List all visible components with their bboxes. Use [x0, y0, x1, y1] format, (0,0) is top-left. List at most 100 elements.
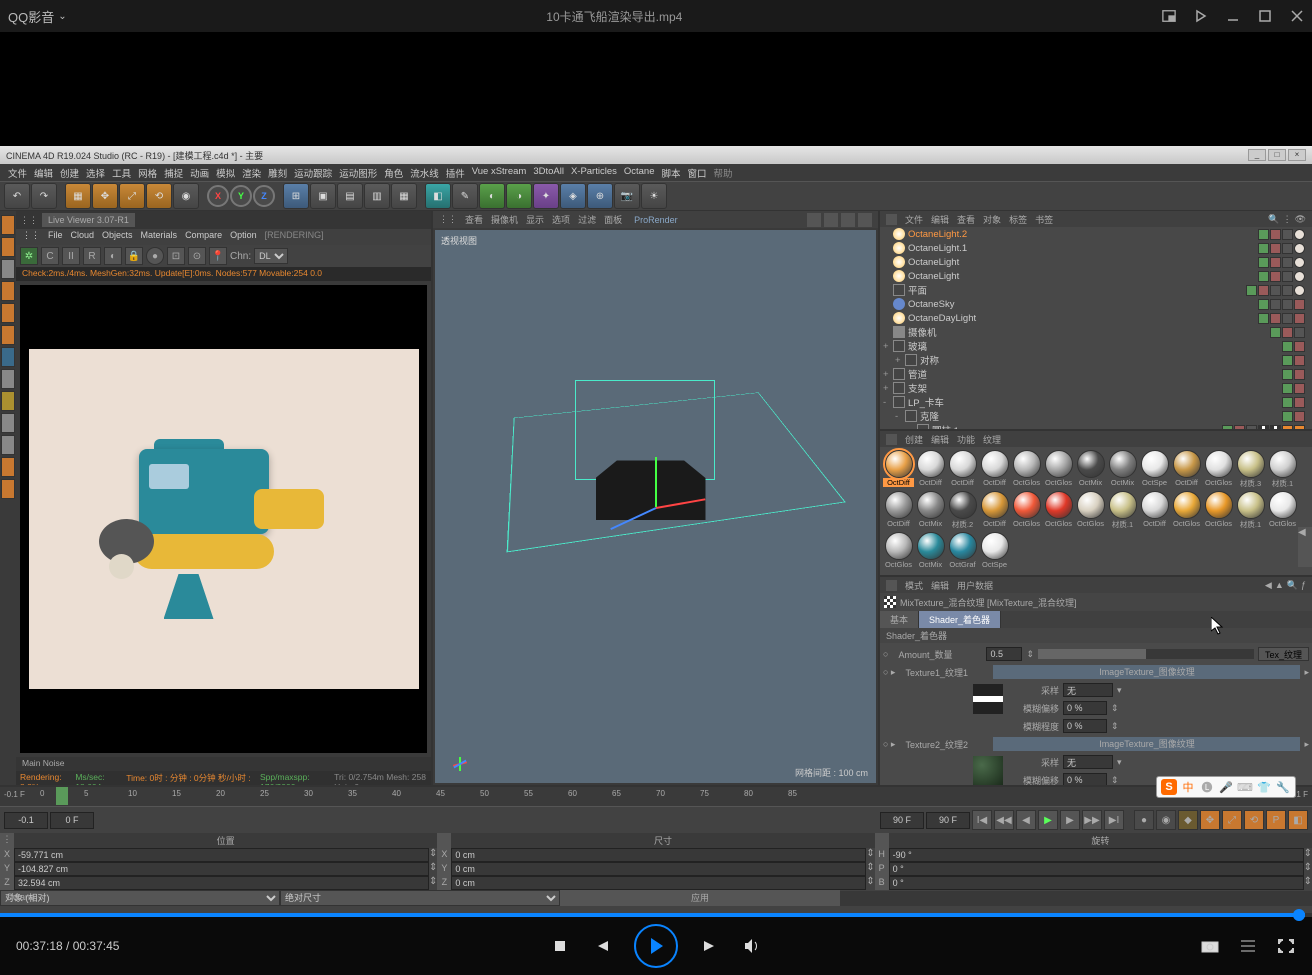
next-button[interactable] — [700, 936, 720, 956]
menu-item[interactable]: 编辑 — [931, 579, 949, 592]
material-item[interactable]: OctMix — [1107, 450, 1138, 490]
player-app-name[interactable]: QQ影音 — [8, 7, 54, 26]
viewport-solo-icon[interactable] — [1, 391, 15, 411]
pos-x-input[interactable] — [14, 848, 429, 862]
object-row[interactable]: OctaneLight — [880, 255, 1312, 269]
object-row[interactable]: OctaneLight — [880, 269, 1312, 283]
material-item[interactable]: OctGlos — [1011, 450, 1042, 490]
material-item[interactable]: OctDiff — [979, 491, 1010, 531]
locked-workplane-icon[interactable] — [1, 457, 15, 477]
material-grid[interactable]: ◀ OctDiffOctDiffOctDiffOctDiffOctGlosOct… — [880, 447, 1312, 575]
menu-item[interactable]: Octane — [624, 166, 655, 179]
pos-z-input[interactable] — [14, 876, 429, 890]
menu-item[interactable]: 查看 — [465, 213, 483, 226]
spinner-icon[interactable]: ⇕ — [1026, 649, 1034, 660]
keyframe-sel-icon[interactable]: ◆ — [1178, 810, 1198, 830]
amount-slider[interactable] — [1038, 649, 1254, 659]
lv-clay-icon[interactable]: ◐ — [104, 247, 122, 265]
object-row[interactable]: OctaneDayLight — [880, 311, 1312, 325]
menu-item[interactable]: Vue xStream — [472, 166, 527, 179]
lv-refresh-icon[interactable]: ✲ — [20, 247, 38, 265]
material-item[interactable]: 材质.1 — [1267, 450, 1298, 490]
texture-mode-icon[interactable] — [1, 237, 15, 257]
c4d-close-icon[interactable]: × — [1288, 149, 1306, 161]
prev-button[interactable] — [592, 936, 612, 956]
object-row[interactable]: +管道 — [880, 367, 1312, 381]
nav-back-icon[interactable]: ◀ — [1265, 580, 1272, 591]
menu-item[interactable]: 帮助 — [714, 166, 733, 179]
volume-button[interactable] — [742, 936, 762, 956]
menu-item[interactable]: 模拟 — [216, 166, 235, 179]
attr-tab-basic[interactable]: 基本 — [880, 611, 919, 628]
screenshot-button[interactable] — [1200, 936, 1220, 956]
menu-item[interactable]: 创建 — [905, 433, 923, 446]
scale-icon[interactable]: ⤢ — [119, 183, 145, 209]
material-item[interactable]: OctDiff — [947, 450, 978, 490]
material-item[interactable]: 材质.2 — [947, 491, 978, 531]
amount-input[interactable] — [986, 647, 1022, 661]
live-viewer-tab[interactable]: Live Viewer 3.07-R1 — [42, 213, 135, 227]
lv-render-view[interactable] — [20, 285, 427, 753]
end-frame-input[interactable] — [926, 812, 970, 829]
object-row[interactable]: 圆柱.1 — [880, 423, 1312, 429]
material-item[interactable]: OctDiff — [1171, 450, 1202, 490]
material-item[interactable]: OctGlos — [1171, 491, 1202, 531]
render-view-icon[interactable]: ▣ — [310, 183, 336, 209]
fullscreen-button[interactable] — [1276, 936, 1296, 956]
menu-item[interactable]: 工具 — [112, 166, 131, 179]
array-icon[interactable]: ✦ — [533, 183, 559, 209]
lv-pin-icon[interactable]: 📍 — [209, 247, 227, 265]
pip-icon[interactable] — [1162, 9, 1176, 23]
render-region-icon[interactable]: ▤ — [337, 183, 363, 209]
pen-icon[interactable]: ✎ — [452, 183, 478, 209]
blurscale-input[interactable] — [1063, 719, 1107, 733]
menu-item[interactable]: Compare — [185, 230, 222, 244]
next-key-icon[interactable]: ▶▶ — [1082, 810, 1102, 830]
menu-item[interactable]: 查看 — [957, 213, 975, 226]
object-row[interactable]: +对称 — [880, 353, 1312, 367]
object-row[interactable]: -克隆 — [880, 409, 1312, 423]
prev-key-icon[interactable]: ◀◀ — [994, 810, 1014, 830]
menu-item[interactable]: 用户数据 — [957, 579, 993, 592]
cube-icon[interactable]: ◧ — [425, 183, 451, 209]
live-select-icon[interactable]: ▦ — [65, 183, 91, 209]
material-item[interactable]: OctMix — [915, 491, 946, 531]
axis-mode-icon[interactable] — [1, 347, 15, 367]
ime-toolbar[interactable]: S 中 🅛 🎤 ⌨ 👕 🔧 — [1156, 776, 1296, 798]
extrude-icon[interactable]: ◑ — [506, 183, 532, 209]
menu-item[interactable]: 捕捉 — [164, 166, 183, 179]
coord-sys-icon[interactable]: ⊞ — [283, 183, 309, 209]
panel-handle-icon[interactable]: ⋮⋮ — [20, 215, 38, 226]
progress-bar[interactable] — [0, 913, 1312, 917]
menu-item[interactable]: 脚本 — [662, 166, 681, 179]
scale-key-icon[interactable]: ⤢ — [1222, 810, 1242, 830]
nav-fn-icon[interactable]: ƒ — [1301, 580, 1306, 591]
pos-key-icon[interactable]: ✥ — [1200, 810, 1220, 830]
param-key-icon[interactable]: P — [1266, 810, 1286, 830]
rotate-icon[interactable]: ⟲ — [146, 183, 172, 209]
material-item[interactable]: OctDiff — [883, 491, 914, 531]
pos-y-input[interactable] — [14, 862, 429, 876]
lv-restart-icon[interactable]: R — [83, 247, 101, 265]
sample-input[interactable] — [1063, 683, 1113, 697]
ime-punct-icon[interactable]: 🅛 — [1199, 779, 1215, 795]
menu-item[interactable]: 选择 — [86, 166, 105, 179]
size-x-input[interactable] — [451, 848, 866, 862]
c4d-min-icon[interactable]: _ — [1248, 149, 1266, 161]
picture-viewer-icon[interactable]: ▦ — [391, 183, 417, 209]
menu-item[interactable]: 面板 — [604, 213, 622, 226]
range-start-input[interactable] — [4, 812, 48, 829]
camera-icon[interactable]: 📷 — [614, 183, 640, 209]
material-item[interactable]: OctDiff — [883, 450, 914, 490]
ime-keyboard-icon[interactable]: ⌨ — [1237, 779, 1253, 795]
workplane-snap-icon[interactable] — [1, 435, 15, 455]
model-mode-icon[interactable] — [1, 215, 15, 235]
point-mode-icon[interactable] — [1, 281, 15, 301]
material-item[interactable]: OctGraf — [947, 532, 978, 572]
menu-item[interactable]: X-Particles — [571, 166, 617, 179]
menu-item[interactable]: 功能 — [957, 433, 975, 446]
menu-item[interactable]: 对象 — [983, 213, 1001, 226]
lv-region-icon[interactable]: 🔒 — [125, 247, 143, 265]
menu-item[interactable]: 纹理 — [983, 433, 1001, 446]
menu-item[interactable]: 编辑 — [931, 433, 949, 446]
